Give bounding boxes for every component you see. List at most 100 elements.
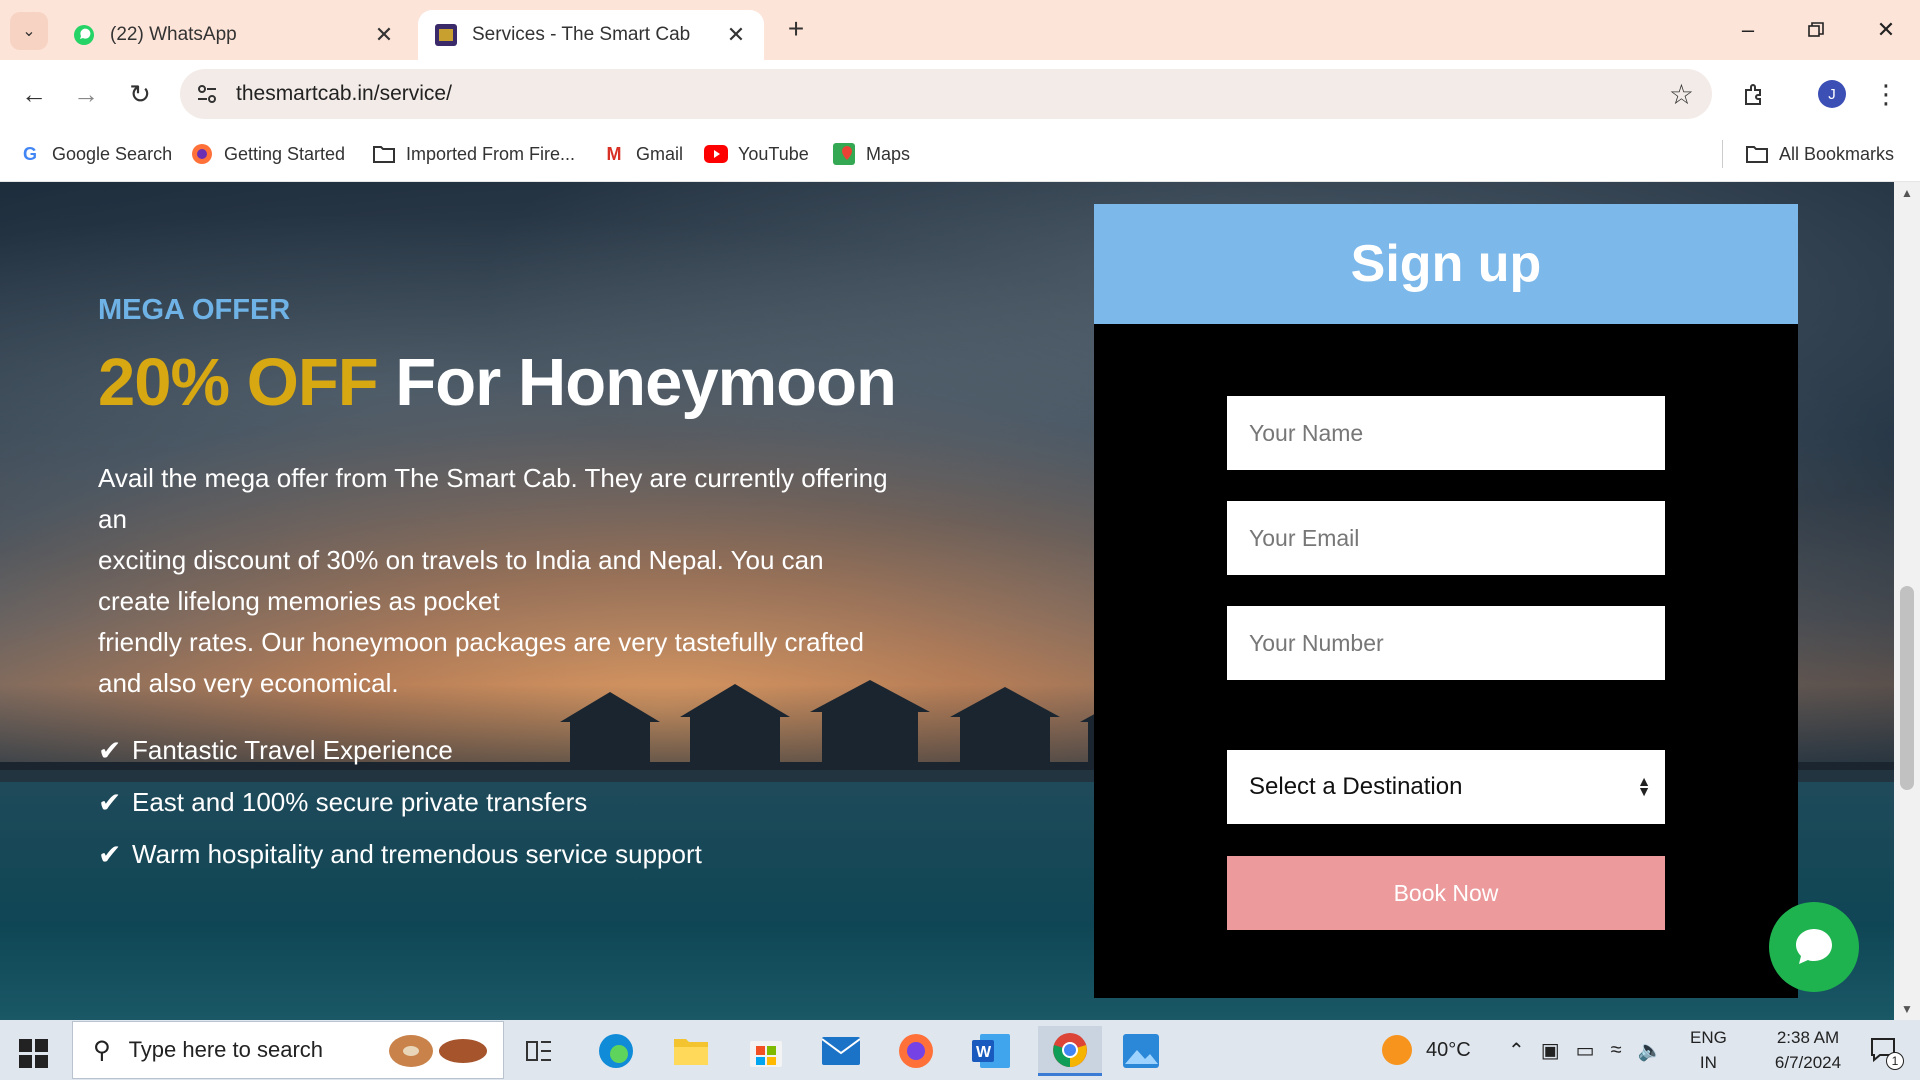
- tab-search-button[interactable]: ⌄: [10, 12, 48, 50]
- site-info-icon[interactable]: [194, 81, 220, 107]
- tab-services-smart-cab[interactable]: Services - The Smart Cab ✕: [418, 10, 764, 60]
- whatsapp-icon: [72, 23, 96, 47]
- tab-title: (22) WhatsApp: [110, 24, 237, 45]
- scroll-up-icon[interactable]: ▲: [1901, 186, 1913, 200]
- profile-avatar[interactable]: J: [1812, 74, 1852, 114]
- speaker-icon[interactable]: 🔈: [1638, 1038, 1663, 1063]
- reload-button[interactable]: ↻: [120, 74, 160, 114]
- tab-title: Services - The Smart Cab: [472, 24, 691, 45]
- photos-icon[interactable]: [1112, 1026, 1170, 1076]
- browser-toolbar: ← → ↻ thesmartcab.in/service/ ☆ J ⋮: [0, 60, 1920, 128]
- word-icon[interactable]: W: [962, 1026, 1020, 1076]
- description-line: exciting discount of 30% on travels to I…: [98, 545, 824, 575]
- chrome-icon[interactable]: [1038, 1026, 1102, 1076]
- firefox-taskbar-icon[interactable]: [887, 1026, 945, 1076]
- address-bar[interactable]: thesmartcab.in/service/ ☆: [180, 69, 1712, 119]
- checkmark-icon: ✔: [98, 787, 122, 818]
- destination-select[interactable]: Select a Destination ▲ ▼: [1227, 750, 1665, 824]
- clock-date: 6/7/2024: [1774, 1053, 1842, 1072]
- clock[interactable]: 2:38 AM 6/7/2024: [1752, 1020, 1864, 1080]
- notification-center-button[interactable]: 1: [1864, 1020, 1904, 1080]
- language-top: ENG: [1690, 1028, 1727, 1047]
- minimize-button[interactable]: –: [1718, 8, 1778, 52]
- taskbar-search-box[interactable]: ⚲ Type here to search: [72, 1021, 504, 1079]
- edge-icon[interactable]: [587, 1026, 645, 1076]
- offer-headline: 20% OFF For Honeymoon: [98, 344, 897, 421]
- scroll-thumb[interactable]: [1900, 586, 1914, 790]
- chevron-up-icon[interactable]: ⌃: [1508, 1038, 1525, 1063]
- bookmark-getting-started[interactable]: Getting Started: [190, 140, 345, 168]
- bookmark-star-icon[interactable]: ☆: [1669, 78, 1694, 111]
- weather-widget[interactable]: 40°C: [1382, 1020, 1471, 1080]
- url-text[interactable]: thesmartcab.in/service/: [236, 82, 452, 106]
- battery-icon[interactable]: ▭: [1576, 1038, 1595, 1063]
- destination-selected-value: Select a Destination: [1249, 773, 1463, 800]
- feature-item: ✔ East and 100% secure private transfers: [98, 786, 587, 819]
- bookmark-label: YouTube: [738, 143, 809, 164]
- close-icon[interactable]: ✕: [724, 22, 748, 48]
- restore-button[interactable]: [1786, 8, 1846, 52]
- bookmarks-bar: G Google Search Getting Started Imported…: [0, 128, 1920, 182]
- description-line: create lifelong memories as pocket: [98, 586, 500, 616]
- back-button[interactable]: ←: [14, 74, 54, 114]
- bookmark-label: All Bookmarks: [1779, 143, 1895, 164]
- bookmark-maps[interactable]: Maps: [832, 140, 910, 168]
- book-now-button[interactable]: Book Now: [1227, 856, 1665, 930]
- bookmark-youtube[interactable]: YouTube: [704, 140, 809, 168]
- language-indicator[interactable]: ENG IN: [1690, 1020, 1727, 1080]
- offer-kicker: MEGA OFFER: [98, 294, 291, 326]
- maps-icon: [832, 142, 856, 166]
- bookmark-label: Imported From Fire...: [406, 143, 576, 164]
- gmail-icon: M: [606, 143, 622, 164]
- feature-label: East and 100% secure private transfers: [132, 787, 588, 817]
- scroll-down-icon[interactable]: ▼: [1901, 1002, 1913, 1016]
- file-explorer-icon[interactable]: [662, 1026, 720, 1076]
- bookmark-label: Google Search: [52, 143, 173, 164]
- new-tab-button[interactable]: +: [780, 14, 812, 46]
- chat-widget-button[interactable]: [1769, 902, 1859, 992]
- feature-item: ✔ Warm hospitality and tremendous servic…: [98, 838, 702, 871]
- search-highlight-icon: [387, 1032, 487, 1076]
- close-window-button[interactable]: ✕: [1856, 8, 1916, 52]
- email-input[interactable]: [1227, 501, 1665, 575]
- extensions-icon[interactable]: [1734, 74, 1774, 114]
- bookmark-google-search[interactable]: G Google Search: [18, 140, 172, 168]
- description-line: friendly rates. Our honeymoon packages a…: [98, 627, 864, 657]
- number-input[interactable]: [1227, 606, 1665, 680]
- site-favicon-icon: [434, 23, 458, 47]
- feature-label: Warm hospitality and tremendous service …: [132, 839, 702, 869]
- system-tray: ⌃ ▣ ▭ ≈ 🔈: [1508, 1020, 1662, 1080]
- bookmark-gmail[interactable]: M Gmail: [602, 140, 684, 168]
- hero-background: MEGA OFFER 20% OFF For Honeymoon Avail t…: [0, 182, 1894, 1020]
- temperature-text: 40°C: [1426, 1038, 1471, 1061]
- kebab-menu-icon[interactable]: ⋮: [1866, 74, 1906, 114]
- start-button[interactable]: [14, 1034, 54, 1074]
- page-viewport: MEGA OFFER 20% OFF For Honeymoon Avail t…: [0, 182, 1920, 1020]
- all-bookmarks-button[interactable]: All Bookmarks: [1722, 140, 1894, 168]
- headline-rest: For Honeymoon: [377, 345, 897, 420]
- checkmark-icon: ✔: [98, 735, 122, 766]
- chat-bubble-icon: [1796, 929, 1832, 964]
- avatar: J: [1818, 80, 1846, 108]
- task-view-icon[interactable]: [510, 1026, 568, 1076]
- feature-label: Fantastic Travel Experience: [132, 735, 453, 765]
- mail-icon[interactable]: [812, 1026, 870, 1076]
- description-line: Avail the mega offer from The Smart Cab.…: [98, 463, 888, 493]
- forward-button[interactable]: →: [66, 74, 106, 114]
- name-input[interactable]: [1227, 396, 1665, 470]
- google-icon: G: [22, 143, 37, 164]
- close-icon[interactable]: ✕: [372, 22, 396, 48]
- description-line: and also very economical.: [98, 668, 399, 698]
- folder-icon: [372, 142, 396, 166]
- tab-whatsapp[interactable]: (22) WhatsApp ✕: [56, 10, 412, 60]
- page-scrollbar[interactable]: ▲ ▼: [1894, 182, 1920, 1020]
- bookmark-imported-folder[interactable]: Imported From Fire...: [372, 140, 575, 168]
- select-arrows-icon: ▲ ▼: [1637, 773, 1651, 799]
- microsoft-store-icon[interactable]: [737, 1026, 795, 1076]
- headline-highlight: 20% OFF: [98, 345, 379, 420]
- meet-now-icon[interactable]: ▣: [1541, 1038, 1560, 1063]
- search-icon: ⚲: [93, 1036, 111, 1064]
- bookmark-label: Maps: [866, 143, 911, 164]
- wifi-icon[interactable]: ≈: [1611, 1039, 1622, 1062]
- notification-count-badge: 1: [1886, 1052, 1904, 1070]
